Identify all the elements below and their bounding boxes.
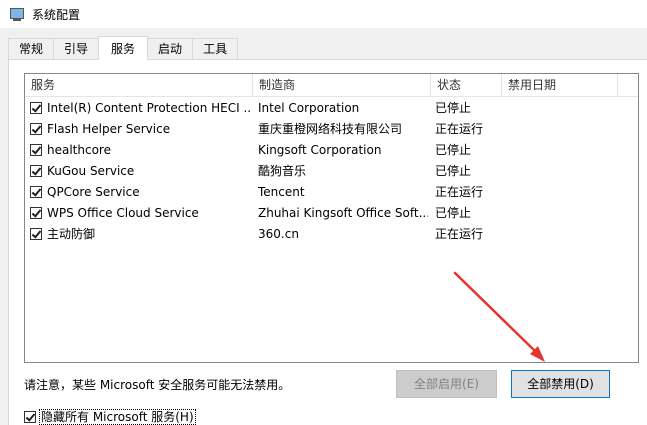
checkmark-icon[interactable] bbox=[30, 144, 42, 156]
column-header-disabled-date[interactable]: 禁用日期 bbox=[502, 74, 618, 96]
title-bar: 系统配置 bbox=[0, 0, 647, 28]
service-disabled-date bbox=[506, 203, 616, 224]
checkmark-icon[interactable] bbox=[30, 165, 42, 177]
table-row[interactable]: 主动防御 360.cn 正在运行 bbox=[25, 224, 638, 245]
table-row[interactable]: Intel(R) Content Protection HECI ... Int… bbox=[25, 98, 638, 119]
table-row[interactable]: QPCore Service Tencent 正在运行 bbox=[25, 182, 638, 203]
checkmark-icon[interactable] bbox=[30, 207, 42, 219]
hide-microsoft-services-label: 隐藏所有 Microsoft 服务(H) bbox=[39, 408, 196, 425]
service-status: 已停止 bbox=[435, 164, 472, 178]
tab-bar: 常规 引导 服务 启动 工具 bbox=[8, 36, 239, 60]
service-disabled-date bbox=[506, 224, 616, 245]
service-disabled-date bbox=[506, 140, 616, 161]
tab-services[interactable]: 服务 bbox=[98, 36, 149, 60]
service-name: 主动防御 bbox=[47, 227, 96, 241]
table-row[interactable]: Flash Helper Service 重庆重橙网络科技有限公司 正在运行 bbox=[25, 119, 638, 140]
window-title: 系统配置 bbox=[32, 7, 81, 22]
service-maker: Intel Corporation bbox=[258, 101, 360, 115]
system-config-icon bbox=[10, 7, 24, 21]
service-maker: Tencent bbox=[258, 185, 305, 199]
service-maker: Kingsoft Corporation bbox=[258, 143, 382, 157]
column-header-maker[interactable]: 制造商 bbox=[253, 74, 431, 96]
table-row[interactable]: KuGou Service 酷狗音乐 已停止 bbox=[25, 161, 638, 182]
service-maker: Zhuhai Kingsoft Office Soft... bbox=[258, 206, 428, 220]
service-name: healthcore bbox=[47, 143, 111, 157]
service-name: Intel(R) Content Protection HECI ... bbox=[47, 101, 252, 115]
column-header-service[interactable]: 服务 bbox=[25, 74, 253, 96]
checkmark-icon[interactable] bbox=[30, 102, 42, 114]
service-maker: 360.cn bbox=[258, 227, 299, 241]
list-rows: Intel(R) Content Protection HECI ... Int… bbox=[25, 98, 638, 245]
tab-boot[interactable]: 引导 bbox=[53, 38, 100, 59]
hide-microsoft-services[interactable]: 隐藏所有 Microsoft 服务(H) bbox=[24, 408, 196, 425]
service-disabled-date bbox=[506, 98, 616, 119]
notice-text: 请注意，某些 Microsoft 安全服务可能无法禁用。 bbox=[24, 378, 291, 392]
services-list[interactable]: 服务 制造商 状态 禁用日期 Intel(R) Content Protecti… bbox=[24, 73, 639, 363]
service-status: 正在运行 bbox=[435, 185, 484, 199]
tab-general[interactable]: 常规 bbox=[8, 38, 55, 59]
checkmark-icon[interactable] bbox=[30, 123, 42, 135]
column-header-status[interactable]: 状态 bbox=[431, 74, 502, 96]
list-header: 服务 制造商 状态 禁用日期 bbox=[25, 74, 638, 97]
service-status: 正在运行 bbox=[435, 122, 484, 136]
table-row[interactable]: healthcore Kingsoft Corporation 已停止 bbox=[25, 140, 638, 161]
service-maker: 重庆重橙网络科技有限公司 bbox=[258, 122, 403, 136]
tab-startup[interactable]: 启动 bbox=[147, 38, 194, 59]
table-row[interactable]: WPS Office Cloud Service Zhuhai Kingsoft… bbox=[25, 203, 638, 224]
service-disabled-date bbox=[506, 161, 616, 182]
service-status: 已停止 bbox=[435, 101, 472, 115]
service-name: KuGou Service bbox=[47, 164, 135, 178]
checkmark-icon[interactable] bbox=[24, 410, 36, 423]
service-name: Flash Helper Service bbox=[47, 122, 171, 136]
service-maker: 酷狗音乐 bbox=[258, 164, 307, 178]
disable-all-button[interactable]: 全部禁用(D) bbox=[511, 370, 610, 398]
enable-all-button[interactable]: 全部启用(E) bbox=[396, 370, 497, 398]
service-name: WPS Office Cloud Service bbox=[47, 206, 199, 220]
service-disabled-date bbox=[506, 119, 616, 140]
service-name: QPCore Service bbox=[47, 185, 140, 199]
service-status: 已停止 bbox=[435, 143, 472, 157]
checkmark-icon[interactable] bbox=[30, 228, 42, 240]
tab-tools[interactable]: 工具 bbox=[192, 38, 239, 59]
checkmark-icon[interactable] bbox=[30, 186, 42, 198]
service-disabled-date bbox=[506, 182, 616, 203]
service-status: 已停止 bbox=[435, 206, 472, 220]
service-status: 正在运行 bbox=[435, 227, 484, 241]
